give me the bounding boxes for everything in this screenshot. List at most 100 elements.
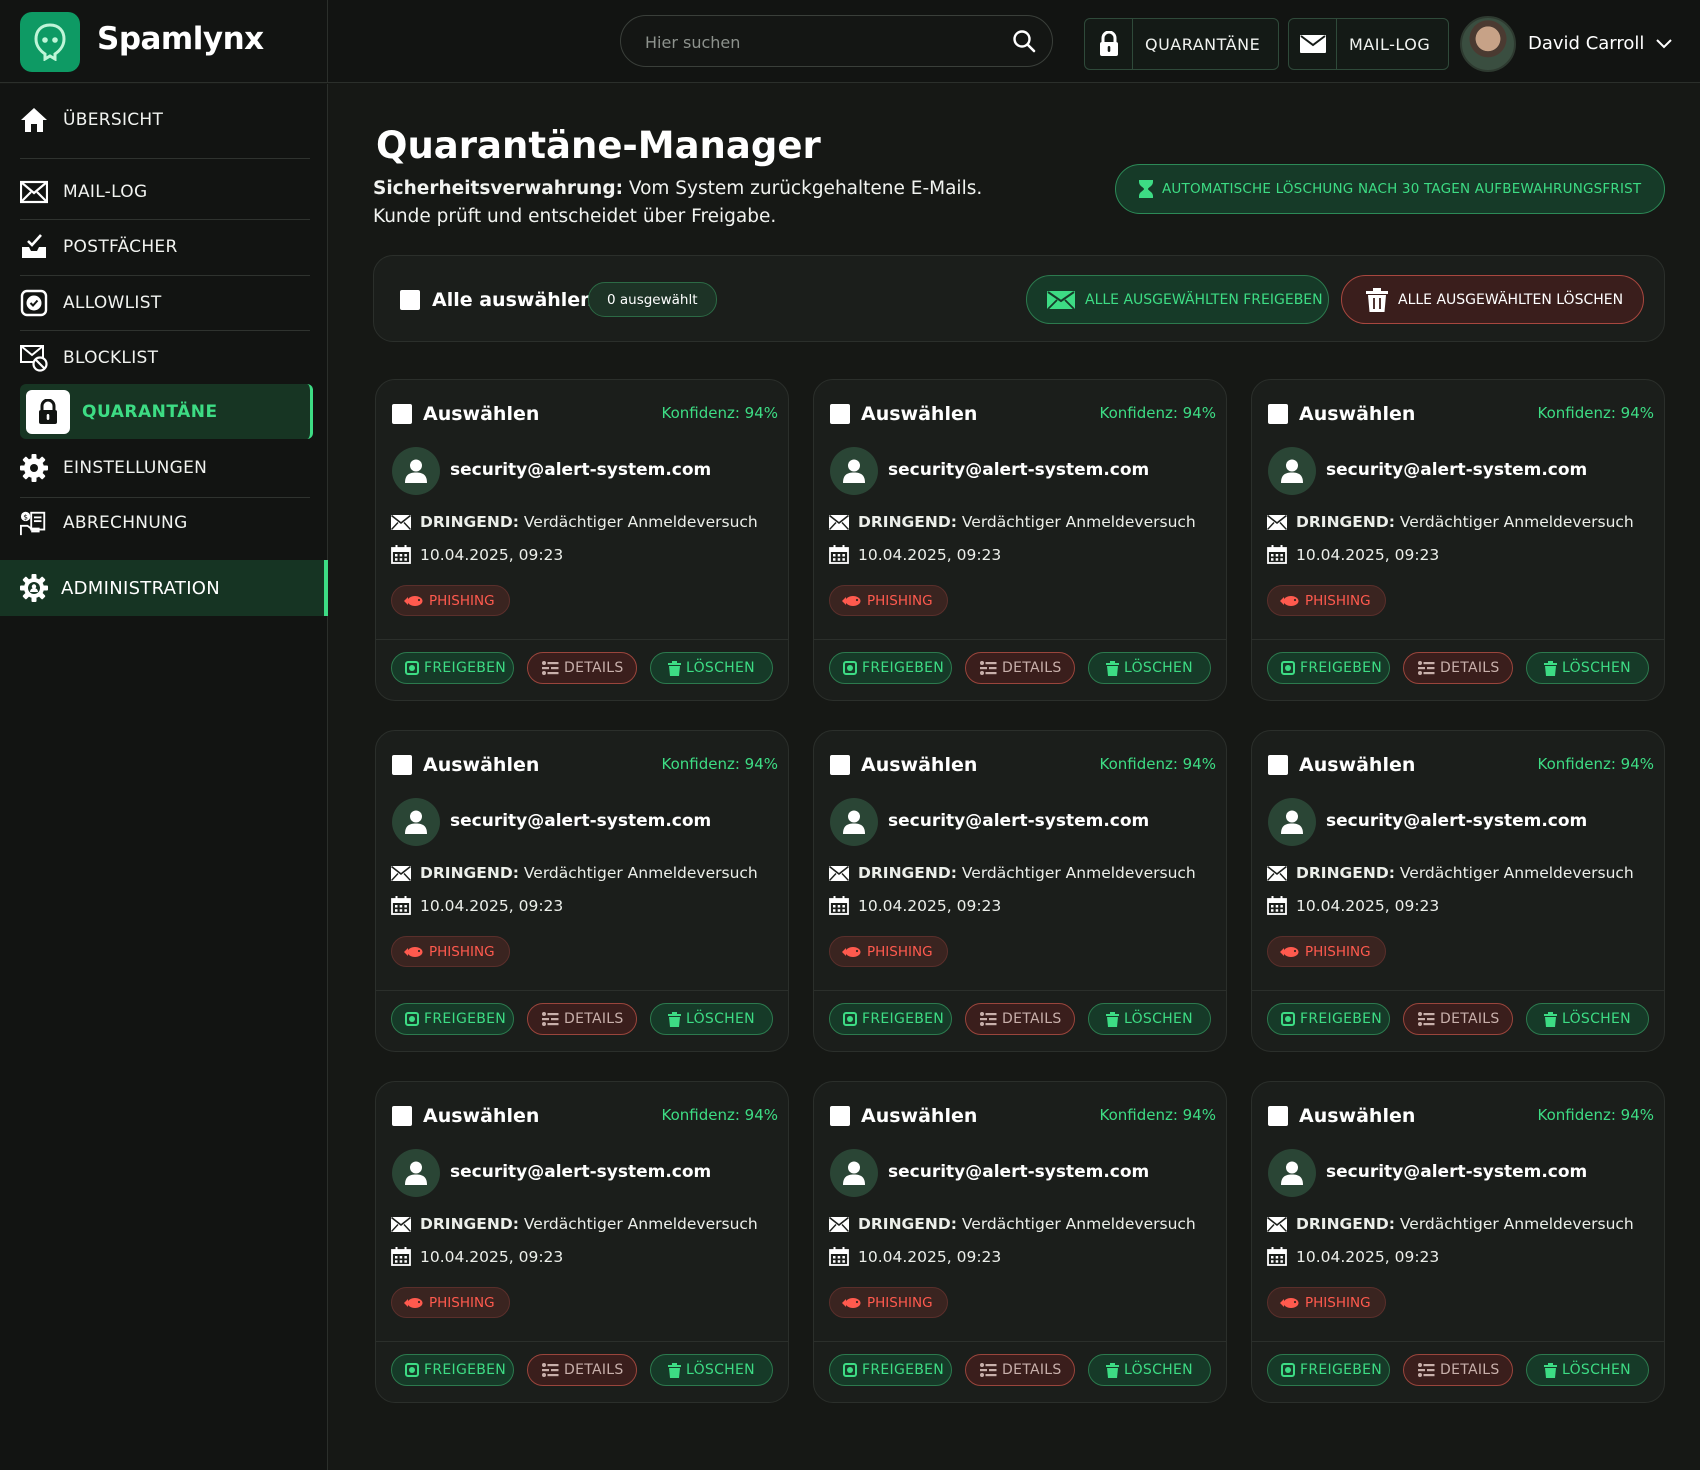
allowlist-check-icon <box>20 289 48 317</box>
checkbox[interactable] <box>1268 755 1288 775</box>
delete-label: LÖSCHEN <box>686 660 755 676</box>
subject-text: Verdächtiger Anmeldeversuch <box>1399 864 1634 882</box>
fish-icon <box>842 1297 862 1309</box>
delete-button[interactable]: LÖSCHEN <box>650 1354 773 1386</box>
sender-address: security@alert-system.com <box>450 811 712 831</box>
details-button[interactable]: DETAILS <box>1403 1354 1513 1386</box>
checkbox[interactable] <box>392 404 412 424</box>
confidence-score: Konfidenz: 94% <box>1537 404 1654 422</box>
sidebar-item-label: QUARANTÄNE <box>82 401 218 422</box>
search-icon[interactable] <box>1012 29 1036 57</box>
details-button[interactable]: DETAILS <box>965 652 1075 684</box>
delete-button[interactable]: LÖSCHEN <box>1526 1354 1649 1386</box>
spamlynx-logo-icon[interactable] <box>20 12 80 72</box>
checkbox[interactable] <box>392 755 412 775</box>
delete-label: LÖSCHEN <box>1562 660 1631 676</box>
checkbox[interactable] <box>830 1106 850 1126</box>
delete-label: LÖSCHEN <box>1124 1362 1193 1378</box>
quarantine-header-label: QUARANTÄNE <box>1145 34 1261 54</box>
release-label: FREIGEBEN <box>1300 1011 1383 1027</box>
details-button[interactable]: DETAILS <box>527 652 637 684</box>
sidebar-item-label: ADMINISTRATION <box>61 577 221 599</box>
quarantine-card: Auswählen Konfidenz: 94% security@alert-… <box>1251 1081 1665 1403</box>
card-select-checkbox[interactable]: Auswählen <box>392 1105 539 1127</box>
checkbox[interactable] <box>392 1106 412 1126</box>
sidebar-divider <box>20 275 310 276</box>
card-select-checkbox[interactable]: Auswählen <box>1268 1105 1415 1127</box>
details-button[interactable]: DETAILS <box>527 1003 637 1035</box>
card-select-checkbox[interactable]: Auswählen <box>830 403 977 425</box>
delete-button[interactable]: LÖSCHEN <box>1088 652 1211 684</box>
user-menu[interactable]: David Carroll <box>1460 15 1673 72</box>
confidence-score: Konfidenz: 94% <box>1537 755 1654 773</box>
trash-icon <box>668 1362 681 1378</box>
card-select-checkbox[interactable]: Auswählen <box>1268 403 1415 425</box>
delete-button[interactable]: LÖSCHEN <box>650 1003 773 1035</box>
phishing-tag: PHISHING <box>391 936 510 967</box>
sidebar-item-blocklist[interactable]: BLOCKLIST <box>20 344 310 372</box>
calendar-icon <box>829 545 849 564</box>
lock-icon <box>26 389 70 434</box>
checkbox[interactable] <box>830 404 850 424</box>
release-button[interactable]: FREIGEBEN <box>1267 1354 1390 1386</box>
release-button[interactable]: FREIGEBEN <box>391 1354 514 1386</box>
release-button[interactable]: FREIGEBEN <box>829 1003 952 1035</box>
details-button[interactable]: DETAILS <box>965 1354 1075 1386</box>
delete-button[interactable]: LÖSCHEN <box>1526 652 1649 684</box>
sidebar-item-uebersicht[interactable]: ÜBERSICHT <box>20 106 310 134</box>
sidebar-item-mail-log[interactable]: MAIL-LOG <box>20 178 310 206</box>
delete-button[interactable]: LÖSCHEN <box>1088 1003 1211 1035</box>
sidebar-item-quarantaene[interactable]: QUARANTÄNE <box>20 384 313 439</box>
delete-button[interactable]: LÖSCHEN <box>1526 1003 1649 1035</box>
select-all-checkbox[interactable]: Alle auswählen <box>400 289 594 311</box>
sidebar-item-administration[interactable]: ADMINISTRATION <box>0 560 328 616</box>
phishing-tag: PHISHING <box>1267 585 1386 616</box>
phishing-tag: PHISHING <box>829 585 948 616</box>
checkbox[interactable] <box>1268 1106 1288 1126</box>
sidebar-item-postfaecher[interactable]: POSTFÄCHER <box>20 233 310 261</box>
release-button[interactable]: FREIGEBEN <box>391 652 514 684</box>
checkbox[interactable] <box>400 290 420 310</box>
release-all-button[interactable]: ALLE AUSGEWÄHLTEN FREIGEBEN <box>1026 275 1329 324</box>
details-button[interactable]: DETAILS <box>527 1354 637 1386</box>
release-button[interactable]: FREIGEBEN <box>829 1354 952 1386</box>
checkbox[interactable] <box>830 755 850 775</box>
details-button[interactable]: DETAILS <box>965 1003 1075 1035</box>
delete-all-label: ALLE AUSGEWÄHLTEN LÖSCHEN <box>1398 291 1624 308</box>
release-icon <box>843 1363 857 1377</box>
delete-button[interactable]: LÖSCHEN <box>650 652 773 684</box>
search-input[interactable] <box>645 28 985 56</box>
details-label: DETAILS <box>564 660 624 676</box>
checkbox[interactable] <box>1268 404 1288 424</box>
sidebar-item-abrechnung[interactable]: $ ABRECHNUNG <box>20 509 310 537</box>
card-select-checkbox[interactable]: Auswählen <box>830 1105 977 1127</box>
details-button[interactable]: DETAILS <box>1403 1003 1513 1035</box>
mail-subject: DRINGEND: Verdächtiger Anmeldeversuch <box>829 864 1196 882</box>
sidebar-item-label: MAIL-LOG <box>63 182 148 202</box>
release-button[interactable]: FREIGEBEN <box>829 652 952 684</box>
trash-icon <box>668 1011 681 1027</box>
delete-all-button[interactable]: ALLE AUSGEWÄHLTEN LÖSCHEN <box>1341 275 1644 324</box>
card-select-checkbox[interactable]: Auswählen <box>830 754 977 776</box>
calendar-icon <box>1267 1247 1287 1266</box>
card-select-checkbox[interactable]: Auswählen <box>1268 754 1415 776</box>
envelope-icon <box>1267 514 1287 530</box>
release-button[interactable]: FREIGEBEN <box>391 1003 514 1035</box>
release-button[interactable]: FREIGEBEN <box>1267 652 1390 684</box>
delete-button[interactable]: LÖSCHEN <box>1088 1354 1211 1386</box>
quarantine-header-button[interactable]: QUARANTÄNE <box>1084 18 1280 70</box>
sidebar-item-allowlist[interactable]: ALLOWLIST <box>20 289 310 317</box>
release-button[interactable]: FREIGEBEN <box>1267 1003 1390 1035</box>
maillog-header-button[interactable]: MAIL-LOG <box>1288 18 1450 70</box>
mail-date: 10.04.2025, 09:23 <box>1267 896 1439 915</box>
delete-label: LÖSCHEN <box>1124 660 1193 676</box>
card-select-checkbox[interactable]: Auswählen <box>392 403 539 425</box>
details-button[interactable]: DETAILS <box>1403 652 1513 684</box>
app-name: Spamlynx <box>97 21 264 57</box>
subject-text: Verdächtiger Anmeldeversuch <box>1399 1215 1634 1233</box>
mail-date: 10.04.2025, 09:23 <box>391 1247 563 1266</box>
card-select-checkbox[interactable]: Auswählen <box>392 754 539 776</box>
details-label: DETAILS <box>1002 1011 1062 1027</box>
sender-avatar-icon <box>1268 447 1316 495</box>
sidebar-item-einstellungen[interactable]: EINSTELLUNGEN <box>20 454 310 482</box>
